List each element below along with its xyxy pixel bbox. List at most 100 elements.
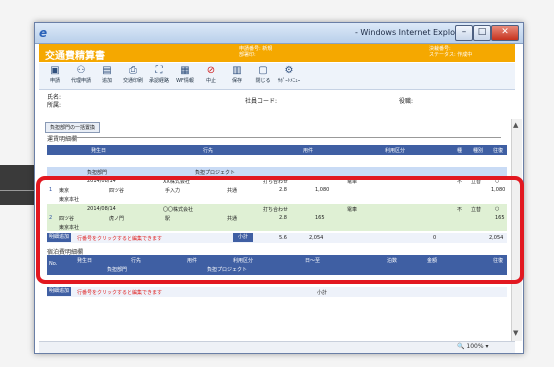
- apply-button[interactable]: ▣ 申請: [43, 65, 67, 87]
- row2-company: 〇〇株式会社: [163, 207, 194, 213]
- subtotal-units: 5.6: [279, 235, 287, 241]
- lodging-col-purpose: 用件: [187, 258, 198, 264]
- close-form-button[interactable]: ▢ 閉じる: [251, 65, 275, 87]
- grid-header: 発生日 行先 用件 利用区分 種 種別 往復: [47, 145, 507, 155]
- grid-row-1-line-c[interactable]: 東京本社: [47, 194, 507, 203]
- totals-row: 明細追加 行番号をクリックすると編集できます 小計 5.6 2,054 0 2,…: [47, 233, 507, 243]
- row2-from: 四ツ谷: [59, 216, 75, 222]
- save-icon: ▥: [232, 65, 242, 76]
- row1-company: XX株式会社: [163, 179, 190, 185]
- restore-button[interactable]: □: [473, 25, 491, 41]
- fare-details-section: 負担部門の一括置換 運賃明細欄 発生日 行先 用件 利用区分 種 種別 往復 負…: [39, 119, 522, 341]
- department-stamp: 部署印:: [239, 52, 256, 58]
- scroll-up-icon[interactable]: ▲: [513, 121, 518, 129]
- save-label: 保存: [231, 78, 242, 84]
- col-destination: 行先: [203, 148, 214, 154]
- add-icon: ▤: [102, 65, 112, 76]
- title-bar: e - Windows Internet Explorer – □ ✕: [35, 23, 523, 44]
- app-title: 交通費精算書: [45, 51, 105, 62]
- wf-info-button[interactable]: ▦ WF情報: [173, 65, 197, 87]
- row2-number-link[interactable]: 2: [49, 215, 52, 221]
- row2-via: 駅: [165, 216, 171, 222]
- add-button[interactable]: ▤ 追加: [95, 65, 119, 87]
- lodging-col-no: No.: [49, 261, 58, 267]
- support-menu-label: ｻﾎﾟｰﾄﾒﾆｭｰ: [277, 78, 301, 84]
- row2-purpose: 打ち合わせ: [263, 207, 289, 213]
- support-menu-button[interactable]: ⚙ ｻﾎﾟｰﾄﾒﾆｭｰ: [277, 65, 301, 87]
- col-type: 種: [457, 148, 463, 154]
- grand-total: 2,054: [489, 235, 504, 241]
- row1-project: 負担プロジェクト: [195, 170, 236, 176]
- lodging-subtotal-label: 小計: [317, 290, 328, 296]
- row1-to: 四ツ谷: [109, 188, 125, 194]
- apply-label: 申請: [49, 78, 60, 84]
- row1-amount: 1,080: [315, 187, 330, 193]
- row1-round: ○: [495, 178, 500, 184]
- toolbar: ▣ 申請 ⚇ 代理申請 ▤ 追加 ⎙ 交通印刷 ⛶ 承認経路 ▦ WF情報 ⊘ …: [39, 63, 515, 90]
- dept-label: 所属:: [47, 102, 62, 109]
- lodging-totals-row: 明細追加 行番号をクリックすると編集できます 小計: [47, 287, 507, 297]
- add-detail-button[interactable]: 明細追加: [47, 233, 71, 242]
- grid-row-2-line-b[interactable]: 2 四ツ谷 虎ノ門 駅 共通 2.8 165 165: [47, 213, 507, 222]
- grid-row-1-header[interactable]: 負担部門 負担プロジェクト: [47, 167, 507, 176]
- row2-kind: 不: [457, 207, 463, 213]
- row1-via: 手入力: [165, 188, 181, 194]
- col-usage: 利用区分: [385, 148, 406, 154]
- approval-route-icon: ⛶: [155, 65, 163, 76]
- lodging-col-nights: 泊数: [387, 258, 398, 264]
- proxy-apply-icon: ⚇: [76, 65, 86, 76]
- grid-row-2-line-a[interactable]: 2014/08/14 〇〇株式会社 打ち合わせ 電車 不 立替 ○: [47, 204, 507, 213]
- row1-share: 共通: [227, 188, 238, 194]
- lodging-col-amount: 金額: [427, 258, 438, 264]
- bulk-replace-dept-button[interactable]: 負担部門の一括置換: [45, 122, 101, 133]
- app-meta-right: 決裁番号: ステータス: 作成中: [429, 46, 472, 58]
- row2-dept-value: 東京本社: [59, 225, 80, 231]
- wf-info-label: WF情報: [176, 78, 194, 84]
- applicant-info: 氏名: 所属: 社員コード: 役職:: [39, 90, 515, 118]
- window-title: - Windows Internet Explorer: [355, 28, 467, 37]
- print-button[interactable]: ⎙ 交通印刷: [121, 65, 145, 87]
- approval-route-button[interactable]: ⛶ 承認経路: [147, 65, 171, 87]
- close-form-icon: ▢: [258, 65, 268, 76]
- row2-units: 2.8: [279, 215, 287, 221]
- row1-units: 2.8: [279, 187, 287, 193]
- grid-row-1-line-b[interactable]: 1 東京 四ツ谷 手入力 共通 2.8 1,080 1,080: [47, 185, 507, 194]
- add-label: 追加: [101, 78, 112, 84]
- proxy-apply-button[interactable]: ⚇ 代理申請: [69, 65, 93, 87]
- row1-transport: 電車: [347, 179, 358, 185]
- zoom-level[interactable]: 🔍 100% ▾: [457, 343, 488, 350]
- lodging-col-usage: 利用区分: [233, 258, 254, 264]
- lodging-sub-dept: 負担部門: [107, 267, 128, 273]
- row2-amount: 165: [315, 215, 325, 221]
- row2-pay: 立替: [471, 207, 482, 213]
- col-kind: 種別: [473, 148, 484, 154]
- row1-date: 2014/08/14: [87, 178, 116, 184]
- close-button[interactable]: ✕: [491, 25, 519, 41]
- subtotal-zero: 0: [433, 235, 437, 241]
- col-round-trip: 往復: [493, 148, 504, 154]
- vertical-scrollbar[interactable]: ▲ ▼: [511, 119, 522, 341]
- section-divider: [75, 137, 501, 138]
- status-bar: 🔍 100% ▾: [39, 341, 515, 353]
- employee-code-label: 社員コード:: [245, 98, 278, 105]
- row1-dept: 負担部門: [87, 170, 108, 176]
- app-header: 交通費精算書 申請番号: 新規 部署印: 決裁番号: ステータス: 作成中: [39, 44, 515, 62]
- row2-transport: 電車: [347, 207, 358, 213]
- minimize-button[interactable]: –: [455, 25, 473, 41]
- cancel-button[interactable]: ⊘ 中止: [199, 65, 223, 87]
- lodging-add-detail-button[interactable]: 明細追加: [47, 287, 71, 296]
- cancel-icon: ⊘: [206, 65, 216, 76]
- fare-details-heading: 運賃明細欄: [47, 136, 78, 143]
- subtotal-amount: 2,054: [309, 235, 324, 241]
- grid-row-2-line-c[interactable]: 東京本社: [47, 222, 507, 231]
- approval-route-label: 承認経路: [148, 78, 169, 84]
- row2-date: 2014/08/14: [87, 206, 116, 212]
- scroll-down-icon[interactable]: ▼: [513, 329, 518, 337]
- row1-number-link[interactable]: 1: [49, 187, 52, 193]
- save-button[interactable]: ▥ 保存: [225, 65, 249, 87]
- row1-pay: 立替: [471, 179, 482, 185]
- grid-row-1-line-a[interactable]: 2014/08/14 XX株式会社 打ち合わせ 電車 不 立替 ○: [47, 176, 507, 185]
- browser-window: e - Windows Internet Explorer – □ ✕ 交通費精…: [34, 22, 524, 354]
- apply-icon: ▣: [50, 65, 60, 76]
- edit-hint-text: 行番号をクリックすると編集できます: [77, 236, 163, 242]
